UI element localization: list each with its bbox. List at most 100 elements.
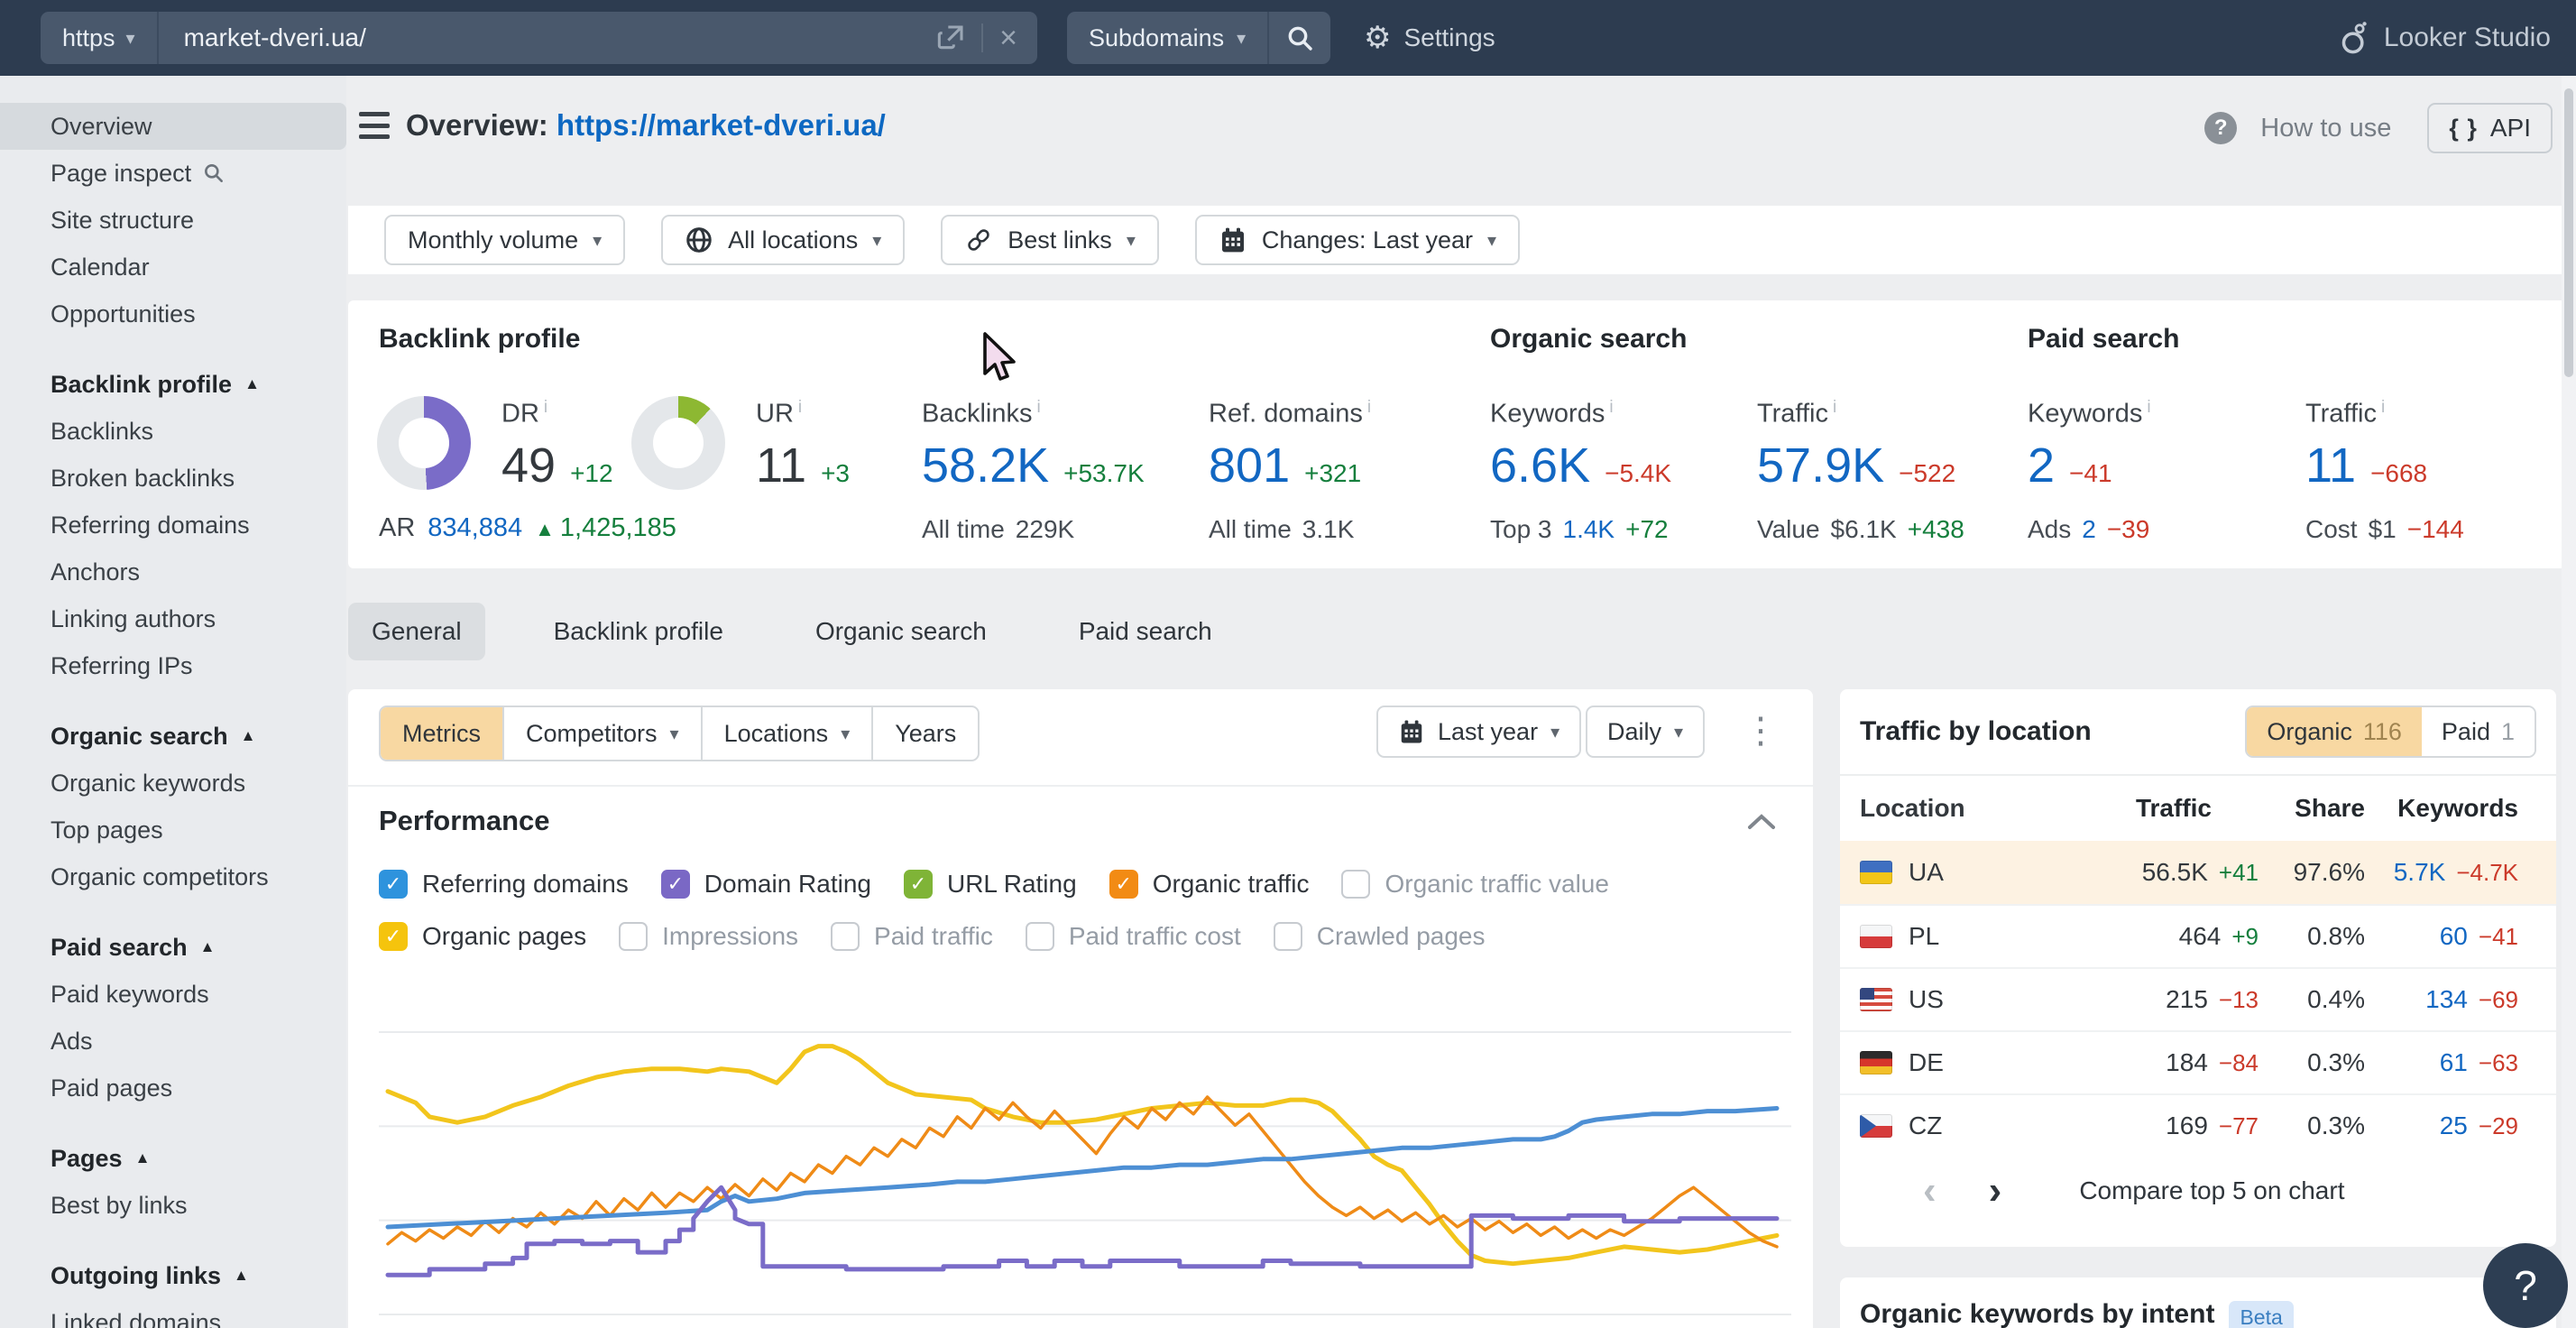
column-header-share: Share bbox=[2259, 794, 2365, 823]
segment-metrics[interactable]: Metrics bbox=[381, 707, 502, 760]
overview-stats-card: Backlink profile DRi 49+12 URi 11+3 AR 8… bbox=[348, 300, 2576, 568]
search-button[interactable] bbox=[1267, 12, 1330, 64]
prev-page-arrow[interactable]: ‹ bbox=[1923, 1171, 1937, 1211]
sidebar-item-paid-keywords[interactable]: Paid keywords bbox=[0, 971, 346, 1018]
keywords-value[interactable]: 5.7K bbox=[2394, 858, 2446, 887]
api-button[interactable]: { } API bbox=[2427, 103, 2553, 153]
page-scrollbar[interactable] bbox=[2562, 76, 2576, 1328]
tab-organic-search[interactable]: Organic search bbox=[792, 603, 1010, 660]
external-link-icon[interactable] bbox=[936, 23, 965, 52]
checkbox-paid-traffic[interactable]: Paid traffic bbox=[831, 922, 993, 951]
looker-studio-link[interactable]: Looker Studio bbox=[2339, 0, 2551, 76]
more-options-kebab-icon[interactable]: ⋮ bbox=[1743, 709, 1779, 752]
next-page-arrow[interactable]: › bbox=[1989, 1171, 2002, 1211]
sidebar-item-ads[interactable]: Ads bbox=[0, 1018, 346, 1065]
filter-best-links[interactable]: Best links▾ bbox=[941, 215, 1159, 265]
filter-all-locations[interactable]: All locations▾ bbox=[661, 215, 905, 265]
sidebar-item-opportunities[interactable]: Opportunities bbox=[0, 290, 346, 337]
toggle-paid[interactable]: Paid 1 bbox=[2422, 707, 2535, 756]
sidebar-section-outgoing-links[interactable]: Outgoing links▲ bbox=[0, 1252, 346, 1299]
sidebar-item-linked-domains[interactable]: Linked domains bbox=[0, 1299, 346, 1328]
sidebar-item-referring-domains[interactable]: Referring domains bbox=[0, 502, 346, 549]
location-row-us[interactable]: US215−130.4%134−69 bbox=[1840, 967, 2556, 1030]
segment-years[interactable]: Years bbox=[871, 707, 978, 760]
checkbox-organic-traffic[interactable]: ✓Organic traffic bbox=[1109, 870, 1310, 899]
sidebar-item-backlinks[interactable]: Backlinks bbox=[0, 408, 346, 455]
checkbox-domain-rating[interactable]: ✓Domain Rating bbox=[661, 870, 871, 899]
sidebar-item-linking-authors[interactable]: Linking authors bbox=[0, 595, 346, 642]
toggle-organic[interactable]: Organic 116 bbox=[2247, 707, 2422, 756]
paid-keywords-value[interactable]: 2 bbox=[2028, 438, 2055, 493]
sidebar-item-best-by-links[interactable]: Best by links bbox=[0, 1182, 346, 1229]
sidebar-item-overview[interactable]: Overview bbox=[0, 103, 346, 150]
organic-keywords-value[interactable]: 6.6K bbox=[1490, 438, 1590, 493]
sidebar-section-organic-search[interactable]: Organic search▲ bbox=[0, 713, 346, 760]
scrollbar-thumb[interactable] bbox=[2564, 88, 2573, 377]
organic-traffic-value[interactable]: 57.9K bbox=[1757, 438, 1884, 493]
keywords-value[interactable]: 60 bbox=[2440, 922, 2468, 951]
menu-hamburger-icon[interactable] bbox=[359, 112, 390, 139]
segment-locations[interactable]: Locations▾ bbox=[701, 707, 872, 760]
backlinks-value[interactable]: 58.2K bbox=[922, 438, 1049, 493]
checkbox-impressions[interactable]: Impressions bbox=[619, 922, 798, 951]
location-row-ua[interactable]: UA56.5K+4197.6%5.7K−4.7K bbox=[1840, 841, 2556, 904]
sidebar-item-referring-ips[interactable]: Referring IPs bbox=[0, 642, 346, 689]
sidebar-item-broken-backlinks[interactable]: Broken backlinks bbox=[0, 455, 346, 502]
target-url-input[interactable]: market-dveri.ua/ bbox=[159, 23, 937, 52]
scope-dropdown[interactable]: Subdomains ▾ bbox=[1067, 24, 1267, 52]
keywords-value[interactable]: 61 bbox=[2440, 1048, 2468, 1077]
filter-changes-last-year[interactable]: Changes: Last year▾ bbox=[1195, 215, 1520, 265]
granularity-button[interactable]: Daily ▾ bbox=[1586, 706, 1705, 758]
collapse-caret-icon: ▲ bbox=[244, 375, 260, 393]
paid-traffic-value[interactable]: 11 bbox=[2305, 438, 2356, 493]
how-to-use-link[interactable]: How to use bbox=[2260, 114, 2391, 143]
traffic-value: 184 bbox=[2166, 1048, 2208, 1077]
braces-icon: { } bbox=[2449, 115, 2478, 143]
checked-checkbox-icon: ✓ bbox=[661, 870, 690, 899]
sidebar-section-backlink-profile[interactable]: Backlink profile▲ bbox=[0, 361, 346, 408]
keywords-value[interactable]: 134 bbox=[2425, 985, 2468, 1014]
protocol-dropdown[interactable]: https ▾ bbox=[41, 12, 159, 64]
location-row-pl[interactable]: PL464+90.8%60−41 bbox=[1840, 904, 2556, 967]
filter-monthly-volume[interactable]: Monthly volume▾ bbox=[384, 215, 625, 265]
location-row-de[interactable]: DE184−840.3%61−63 bbox=[1840, 1030, 2556, 1093]
checkbox-crawled-pages[interactable]: Crawled pages bbox=[1274, 922, 1486, 951]
share-value: 0.4% bbox=[2259, 985, 2365, 1014]
sidebar-section-pages[interactable]: Pages▲ bbox=[0, 1135, 346, 1182]
checkbox-organic-pages[interactable]: ✓Organic pages bbox=[379, 922, 586, 951]
target-domain-link[interactable]: https://market-dveri.ua/ bbox=[557, 108, 886, 142]
traffic-by-location-title: Traffic by location bbox=[1860, 716, 2092, 747]
sidebar-item-page-inspect[interactable]: Page inspect bbox=[0, 150, 346, 197]
sidebar-item-label: Linked domains bbox=[51, 1309, 221, 1328]
tab-paid-search[interactable]: Paid search bbox=[1055, 603, 1236, 660]
sidebar-item-calendar[interactable]: Calendar bbox=[0, 244, 346, 290]
tab-backlink-profile[interactable]: Backlink profile bbox=[530, 603, 747, 660]
clear-url-icon[interactable]: × bbox=[999, 23, 1017, 53]
sidebar-item-site-structure[interactable]: Site structure bbox=[0, 197, 346, 244]
segment-competitors[interactable]: Competitors▾ bbox=[502, 707, 701, 760]
settings-button[interactable]: ⚙ Settings bbox=[1364, 0, 1495, 76]
location-row-cz[interactable]: CZ169−770.3%25−29 bbox=[1840, 1093, 2556, 1157]
sidebar-item-paid-pages[interactable]: Paid pages bbox=[0, 1065, 346, 1111]
keywords-value[interactable]: 25 bbox=[2440, 1111, 2468, 1140]
collapse-chevron-up-icon[interactable] bbox=[1746, 812, 1777, 832]
sidebar-section-paid-search[interactable]: Paid search▲ bbox=[0, 924, 346, 971]
date-range-button[interactable]: Last year ▾ bbox=[1376, 706, 1581, 758]
checkbox-paid-traffic-cost[interactable]: Paid traffic cost bbox=[1026, 922, 1241, 951]
tab-general[interactable]: General bbox=[348, 603, 485, 660]
sidebar-item-anchors[interactable]: Anchors bbox=[0, 549, 346, 595]
sidebar-item-organic-keywords[interactable]: Organic keywords bbox=[0, 760, 346, 807]
sidebar-item-organic-competitors[interactable]: Organic competitors bbox=[0, 853, 346, 900]
flag-cz-icon bbox=[1860, 1114, 1892, 1138]
checkbox-label: Impressions bbox=[662, 922, 798, 951]
keywords-change: −4.7K bbox=[2456, 859, 2518, 887]
checkbox-referring-domains[interactable]: ✓Referring domains bbox=[379, 870, 629, 899]
help-fab-button[interactable]: ? bbox=[2483, 1243, 2568, 1328]
compare-top5-link[interactable]: Compare top 5 on chart bbox=[2079, 1176, 2344, 1205]
sidebar-item-top-pages[interactable]: Top pages bbox=[0, 807, 346, 853]
sidebar-item-label: Organic competitors bbox=[51, 863, 269, 891]
ref-domains-value[interactable]: 801 bbox=[1209, 438, 1290, 493]
checkbox-url-rating[interactable]: ✓URL Rating bbox=[904, 870, 1077, 899]
checkbox-organic-traffic-value[interactable]: Organic traffic value bbox=[1341, 870, 1609, 899]
ahrefs-rank-value[interactable]: 834,884 bbox=[428, 513, 522, 543]
